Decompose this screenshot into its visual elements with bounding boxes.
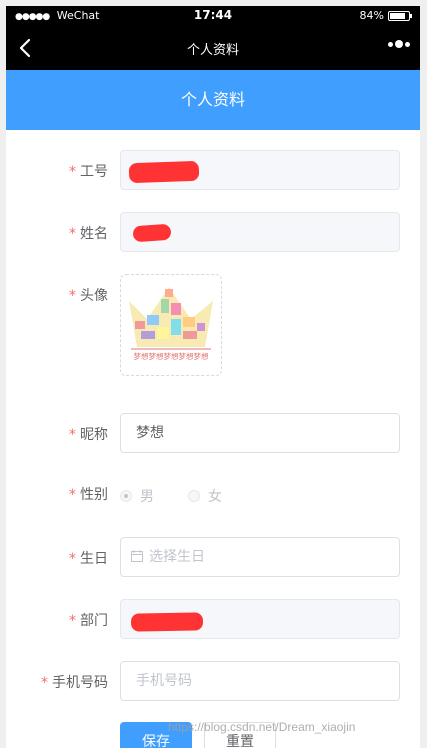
- battery-percent: 84%: [359, 9, 384, 22]
- nickname-label: * 昵称: [69, 427, 108, 443]
- radio-checked-icon: [120, 490, 132, 502]
- name-label: * 姓名: [69, 226, 108, 242]
- calendar-icon: [131, 550, 143, 562]
- battery-icon: [388, 10, 412, 21]
- redacted-value: [130, 612, 204, 632]
- gender-radio-female[interactable]: 女: [188, 486, 222, 506]
- gender-option-label: 女: [208, 489, 222, 505]
- more-menu-icon[interactable]: [386, 40, 410, 48]
- redacted-value: [128, 160, 200, 184]
- nickname-input[interactable]: 梦想: [120, 413, 400, 453]
- battery-fill: [390, 12, 405, 19]
- phone-label: * 手机号码: [41, 675, 108, 691]
- birthday-placeholder: 选择生日: [149, 549, 205, 565]
- name-field[interactable]: [120, 212, 400, 252]
- department-label: * 部门: [69, 613, 108, 629]
- avatar-label: * 头像: [69, 288, 108, 304]
- redacted-value: [132, 223, 172, 243]
- radio-unchecked-icon: [188, 490, 200, 502]
- phone-input[interactable]: 手机号码: [120, 661, 400, 701]
- watermark: https://blog.csdn.net/Dream_xiaojin: [168, 720, 356, 734]
- avatar-image: 梦想梦想梦想梦想梦想: [129, 287, 213, 361]
- birthday-label: * 生日: [69, 551, 108, 567]
- birthday-picker[interactable]: 选择生日: [120, 537, 400, 577]
- status-time: 17:44: [193, 8, 233, 22]
- page-header: 个人资料: [6, 70, 420, 130]
- department-field[interactable]: [120, 599, 400, 639]
- status-bar: ●●●●● WeChat 17:44 84%: [6, 6, 420, 26]
- nav-title: 个人资料: [186, 43, 239, 58]
- phone-screen: ●●●●● WeChat 17:44 84% 个人资料 个人资料 * 工号 * 姓: [6, 6, 420, 748]
- gender-radio-male[interactable]: 男: [120, 486, 154, 506]
- employee-id-label: * 工号: [69, 164, 108, 180]
- avatar-uploader[interactable]: 梦想梦想梦想梦想梦想: [120, 274, 222, 376]
- gender-option-label: 男: [140, 489, 154, 505]
- avatar-image-text: 梦想梦想梦想梦想梦想: [134, 351, 209, 361]
- phone-placeholder: 手机号码: [136, 673, 192, 689]
- employee-id-field[interactable]: [120, 150, 400, 190]
- nav-bar: 个人资料: [6, 26, 420, 70]
- gender-label: * 性别: [69, 487, 108, 503]
- battery-info: 84%: [359, 9, 412, 22]
